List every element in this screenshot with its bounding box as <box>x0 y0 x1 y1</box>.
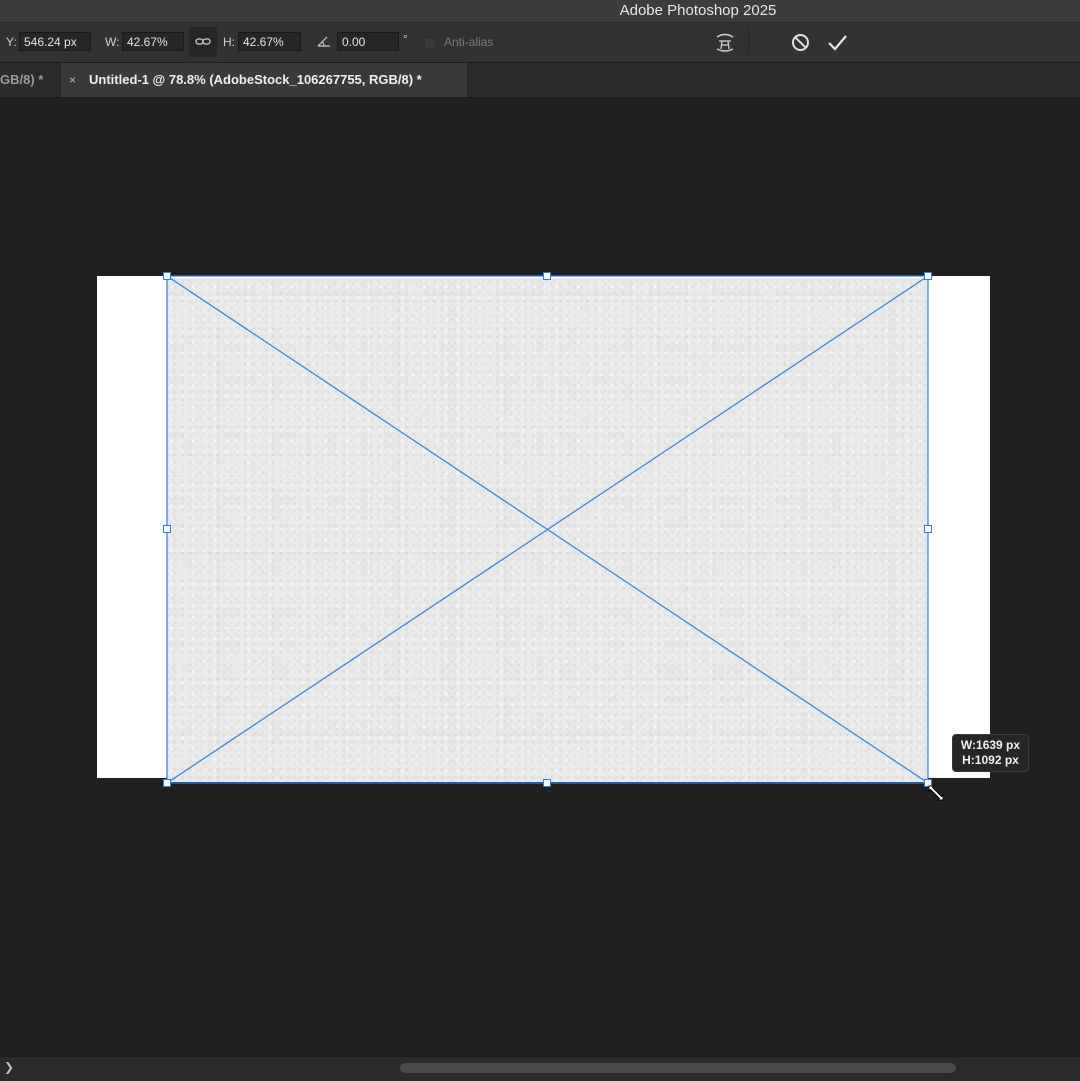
warp-icon[interactable] <box>714 31 736 53</box>
title-bar: Adobe Photoshop 2025 <box>0 0 1080 23</box>
placed-image-paper-texture[interactable] <box>167 278 928 782</box>
cancel-icon[interactable] <box>790 32 811 53</box>
angle-icon <box>317 36 330 47</box>
w-field[interactable]: 42.67% <box>122 32 184 51</box>
h-field[interactable]: 42.67% <box>238 32 301 51</box>
h-label: H: <box>223 35 235 49</box>
height-readout: H:1092 px <box>962 753 1019 767</box>
y-label: Y: <box>6 35 17 49</box>
horizontal-scrollbar[interactable]: ❯ <box>0 1056 1080 1081</box>
tab-untitled-1[interactable]: × Untitled-1 @ 78.8% (AdobeStock_1062677… <box>61 63 467 97</box>
commit-check-icon[interactable] <box>826 32 848 53</box>
app-title: Adobe Photoshop 2025 <box>619 2 777 19</box>
link-icon <box>195 38 211 45</box>
scrollbar-thumb[interactable] <box>400 1063 956 1073</box>
tab-previous-document[interactable]: GB/8) * <box>0 63 60 97</box>
w-label: W: <box>105 35 120 49</box>
y-field[interactable]: 546.24 px <box>19 32 91 51</box>
transform-handle-middle-right[interactable] <box>924 525 932 533</box>
options-bar: Y: 546.24 px W: 42.67% H: 42.67% 0.00 ° <box>0 23 1080 63</box>
link-proportions-button[interactable] <box>189 27 217 57</box>
tab-active-label: Untitled-1 @ 78.8% (AdobeStock_106267755… <box>89 72 422 87</box>
degree-symbol: ° <box>403 32 408 46</box>
transform-handle-middle-left[interactable] <box>163 525 171 533</box>
angle-field[interactable]: 0.00 <box>337 32 399 51</box>
transform-handle-bottom-left[interactable] <box>163 779 171 787</box>
transform-dimensions-tooltip: W:1639 px H:1092 px <box>952 734 1029 772</box>
tab-close-icon[interactable]: × <box>69 63 76 97</box>
transform-handle-top-center[interactable] <box>543 272 551 280</box>
width-readout: W:1639 px <box>960 738 1021 752</box>
resize-cursor-icon <box>928 785 944 801</box>
tab-previous-label: GB/8) * <box>0 72 44 87</box>
transform-handle-top-left[interactable] <box>163 272 171 280</box>
document-tab-bar: GB/8) * × Untitled-1 @ 78.8% (AdobeStock… <box>0 63 1080 98</box>
transform-handle-top-right[interactable] <box>924 272 932 280</box>
anti-alias-checkbox[interactable] <box>424 37 436 49</box>
separator <box>748 28 749 54</box>
anti-alias-label: Anti-alias <box>444 35 494 49</box>
scroll-left-arrow-icon[interactable]: ❯ <box>4 1060 14 1074</box>
transform-handle-bottom-center[interactable] <box>543 779 551 787</box>
